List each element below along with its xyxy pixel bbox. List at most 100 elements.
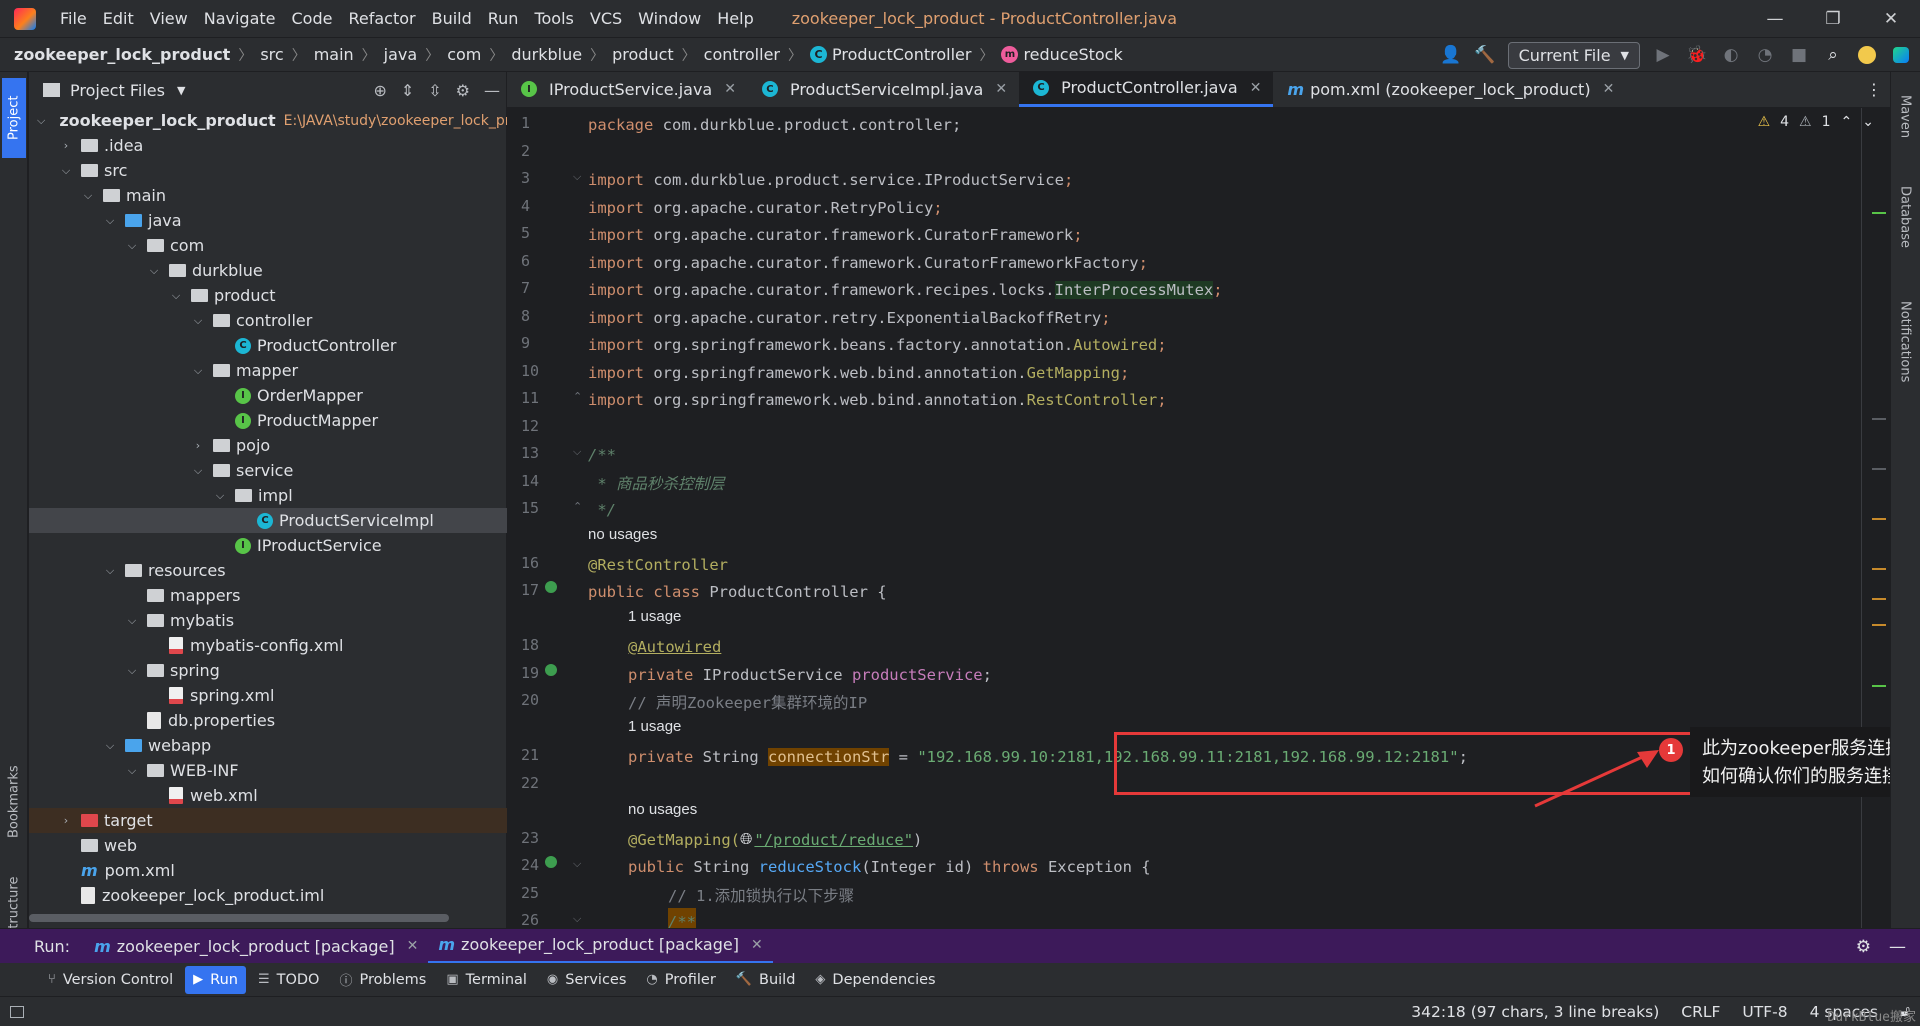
chevron-down-icon[interactable]: ⌵ bbox=[191, 464, 205, 478]
tree-item[interactable]: ⌵ zookeeper_lock_product E:\JAVA\study\zoo… bbox=[29, 108, 550, 133]
jetbrains-ai-icon[interactable] bbox=[1890, 44, 1912, 66]
tool-profiler[interactable]: ◔ Profiler bbox=[638, 966, 723, 994]
close-icon[interactable]: ✕ bbox=[1603, 81, 1615, 97]
tool-todo[interactable]: ☰ TODO bbox=[250, 966, 328, 994]
menu-build[interactable]: Build bbox=[424, 9, 480, 28]
spring-autowired-icon[interactable] bbox=[543, 662, 559, 678]
build-hammer-icon[interactable]: 🔨 bbox=[1474, 44, 1496, 66]
minimize-icon[interactable]: — bbox=[1746, 0, 1804, 38]
tool-dependencies[interactable]: ◈ Dependencies bbox=[807, 966, 943, 994]
run-tab-2[interactable]: m zookeeper_lock_product [package] ✕ bbox=[428, 929, 773, 964]
spring-endpoint-icon[interactable] bbox=[543, 854, 559, 870]
menu-window[interactable]: Window bbox=[630, 9, 709, 28]
usages-hint[interactable]: 1 usage bbox=[628, 718, 681, 735]
tree-item[interactable]: ⌵ service bbox=[29, 458, 507, 483]
tool-build[interactable]: 🔨 Build bbox=[728, 966, 804, 994]
globe-icon[interactable]: 🌐︎ bbox=[740, 830, 752, 849]
horizontal-scrollbar[interactable] bbox=[29, 914, 449, 922]
breadcrumb-controller[interactable]: controller bbox=[704, 45, 780, 64]
hide-panel-icon[interactable]: — bbox=[1889, 937, 1906, 957]
menu-refactor[interactable]: Refactor bbox=[340, 9, 423, 28]
menu-file[interactable]: File bbox=[52, 9, 95, 28]
inspection-widget[interactable]: ⚠ 4 ⚠ 1 ⌃ ⌄ bbox=[1758, 114, 1874, 130]
chevron-down-icon[interactable]: ⌵ bbox=[213, 489, 227, 503]
tool-version-control[interactable]: ⑂ Version Control bbox=[40, 966, 181, 994]
restore-icon[interactable]: ❐ bbox=[1804, 0, 1862, 38]
usages-hint[interactable]: 1 usage bbox=[628, 608, 681, 625]
tree-item[interactable]: › pojo bbox=[29, 433, 507, 458]
menu-vcs[interactable]: VCS bbox=[582, 9, 630, 28]
breadcrumb-project[interactable]: zookeeper_lock_product bbox=[14, 45, 230, 64]
tab-pom-xml[interactable]: m pom.xml (zookeeper_lock_product) ✕ bbox=[1273, 71, 1626, 107]
tree-item[interactable]: ⌵ controller bbox=[29, 308, 507, 333]
tree-item[interactable]: ⌵ com bbox=[29, 233, 507, 258]
layout-icon[interactable] bbox=[10, 1005, 24, 1018]
chevron-down-icon[interactable]: ⌵ bbox=[59, 164, 73, 178]
tree-item[interactable]: ⌵ webapp bbox=[29, 733, 507, 758]
chevron-right-icon[interactable]: › bbox=[59, 139, 73, 152]
caret-position[interactable]: 342:18 (97 chars, 3 line breaks) bbox=[1411, 1003, 1659, 1021]
collapse-all-icon[interactable]: ⇳ bbox=[428, 81, 441, 100]
chevron-down-icon[interactable]: ⌵ bbox=[147, 264, 161, 278]
tree-item[interactable]: m pom.xml bbox=[29, 858, 507, 883]
breadcrumb-src[interactable]: src bbox=[260, 45, 283, 64]
breadcrumb-product[interactable]: product bbox=[612, 45, 674, 64]
menu-code[interactable]: Code bbox=[284, 9, 341, 28]
close-icon[interactable]: ✕ bbox=[407, 938, 419, 954]
search-icon[interactable]: ⌕ bbox=[1822, 44, 1844, 66]
fold-icon[interactable]: ⌃ bbox=[573, 390, 582, 403]
spring-bean-icon[interactable] bbox=[543, 579, 559, 595]
fold-icon[interactable]: ⌵ bbox=[573, 445, 581, 459]
database-tool-tab[interactable]: Database bbox=[1893, 172, 1917, 262]
tool-problems[interactable]: ⓘ Problems bbox=[331, 966, 434, 994]
menu-help[interactable]: Help bbox=[709, 9, 761, 28]
tab-iproductservice[interactable]: I IProductService.java ✕ bbox=[507, 71, 748, 107]
tree-item[interactable]: ⌵ mybatis bbox=[29, 608, 507, 633]
bookmarks-tool-tab[interactable]: Bookmarks bbox=[2, 752, 26, 852]
gear-icon[interactable]: ⚙ bbox=[1856, 937, 1871, 957]
locate-icon[interactable]: ⊕ bbox=[373, 81, 386, 100]
tree-item[interactable]: › .idea bbox=[29, 133, 507, 158]
fold-icon[interactable]: ⌃ bbox=[573, 500, 582, 513]
menu-edit[interactable]: Edit bbox=[95, 9, 142, 28]
tree-item[interactable]: I OrderMapper bbox=[29, 383, 507, 408]
coverage-icon[interactable]: ◐ bbox=[1720, 44, 1742, 66]
tab-productcontroller[interactable]: C ProductController.java ✕ bbox=[1019, 71, 1274, 107]
tree-item[interactable]: mybatis-config.xml bbox=[29, 633, 507, 658]
user-icon[interactable]: 👤 bbox=[1440, 44, 1462, 66]
updates-icon[interactable] bbox=[1856, 44, 1878, 66]
hide-panel-icon[interactable]: — bbox=[484, 81, 500, 100]
tree-item[interactable]: C ProductController bbox=[29, 333, 507, 358]
project-view-select[interactable]: Project Files bbox=[70, 81, 165, 100]
more-tabs-icon[interactable]: ⋮ bbox=[1866, 80, 1882, 99]
next-highlight-icon[interactable]: ⌄ bbox=[1862, 114, 1874, 130]
chevron-down-icon[interactable]: ⌵ bbox=[103, 214, 117, 228]
maven-tool-tab[interactable]: Maven bbox=[1893, 82, 1917, 152]
chevron-down-icon[interactable]: ⌵ bbox=[125, 614, 139, 628]
fold-icon[interactable]: ⌵ bbox=[573, 170, 581, 184]
tree-item[interactable]: ⌵ impl bbox=[29, 483, 507, 508]
endpoint-url[interactable]: "/product/reduce" bbox=[754, 831, 913, 849]
vertical-scrollbar[interactable] bbox=[1861, 108, 1862, 928]
tree-item[interactable]: C ProductServiceImpl bbox=[29, 508, 507, 533]
tree-item[interactable]: ⌵ mapper bbox=[29, 358, 507, 383]
fold-icon[interactable]: ⌵ bbox=[573, 857, 581, 871]
usages-hint[interactable]: no usages bbox=[588, 526, 657, 543]
menu-navigate[interactable]: Navigate bbox=[196, 9, 284, 28]
close-icon[interactable]: ✕ bbox=[724, 81, 736, 97]
tab-productserviceimpl[interactable]: C ProductServiceImpl.java ✕ bbox=[748, 71, 1019, 107]
chevron-down-icon[interactable]: ⌵ bbox=[125, 239, 139, 253]
tree-item[interactable]: ⌵ java bbox=[29, 208, 507, 233]
close-icon[interactable]: ✕ bbox=[1862, 0, 1920, 38]
breadcrumb-com[interactable]: com bbox=[447, 45, 481, 64]
chevron-down-icon[interactable]: ⌵ bbox=[191, 364, 205, 378]
usages-hint[interactable]: no usages bbox=[628, 801, 697, 818]
notifications-tool-tab[interactable]: Notifications bbox=[1893, 282, 1917, 402]
gear-icon[interactable]: ⚙ bbox=[456, 81, 470, 100]
menu-run[interactable]: Run bbox=[480, 9, 527, 28]
run-icon[interactable]: ▶ bbox=[1652, 44, 1674, 66]
breadcrumb-class[interactable]: C ProductController bbox=[809, 45, 971, 64]
breadcrumb-durkblue[interactable]: durkblue bbox=[511, 45, 582, 64]
tree-item[interactable]: ⌵ spring bbox=[29, 658, 507, 683]
stop-icon[interactable]: ■ bbox=[1788, 44, 1810, 66]
